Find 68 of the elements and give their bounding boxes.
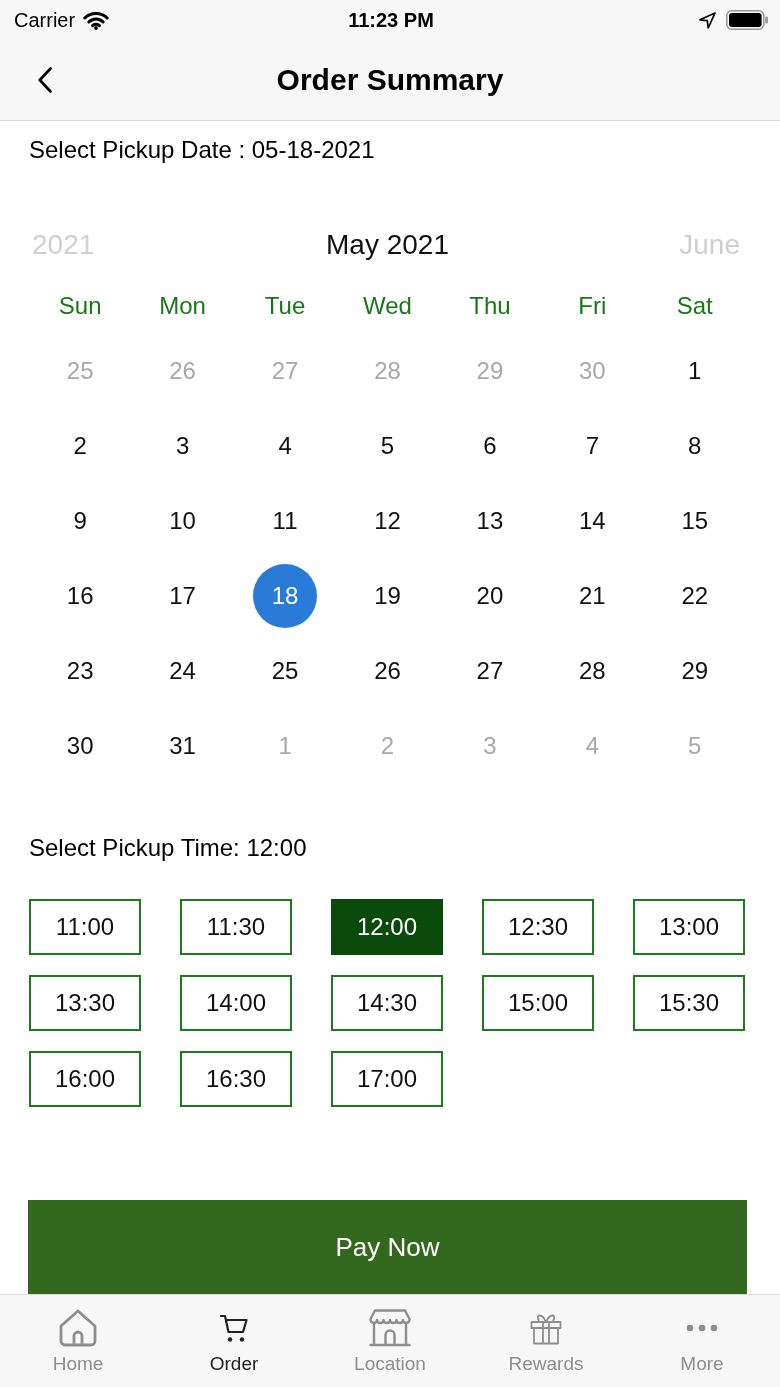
battery-icon <box>726 10 768 30</box>
time-slot-button[interactable]: 17:00 <box>331 1051 443 1107</box>
calendar-day[interactable]: 5 <box>355 413 420 478</box>
calendar-day[interactable]: 14 <box>560 488 625 553</box>
calendar-day[interactable]: 12 <box>355 488 420 553</box>
more-icon <box>686 1324 718 1332</box>
calendar-day[interactable]: 4 <box>253 413 318 478</box>
calendar-day[interactable]: 24 <box>150 638 215 703</box>
weekday-label: Mon <box>159 291 206 320</box>
weekday-label: Fri <box>578 291 607 320</box>
carrier-label: Carrier <box>14 8 76 32</box>
calendar-day[interactable]: 30 <box>48 713 113 778</box>
calendar-day[interactable]: 23 <box>48 638 113 703</box>
tab-item[interactable]: Order <box>156 1295 312 1387</box>
pickup-time-label: Select Pickup Time: 12:00 <box>29 833 307 863</box>
calendar-day[interactable]: 15 <box>662 488 727 553</box>
calendar-day[interactable]: 2 <box>48 413 113 478</box>
calendar-day[interactable]: 3 <box>150 413 215 478</box>
calendar-day[interactable]: 19 <box>355 563 420 628</box>
calendar-day[interactable]: 11 <box>253 488 318 553</box>
calendar-day[interactable]: 9 <box>48 488 113 553</box>
calendar-day[interactable]: 26 <box>355 638 420 703</box>
calendar-day[interactable]: 8 <box>662 413 727 478</box>
time-slot-button[interactable]: 11:30 <box>180 899 292 955</box>
time-slot-button[interactable]: 14:30 <box>331 975 443 1031</box>
weekday-label: Sat <box>676 291 713 320</box>
calendar-day[interactable]: 6 <box>457 413 522 478</box>
calendar-day[interactable]: 21 <box>560 563 625 628</box>
time-slot-button[interactable]: 11:00 <box>29 899 141 955</box>
time-slot-button[interactable]: 12:30 <box>482 899 594 955</box>
calendar-day[interactable]: 17 <box>150 563 215 628</box>
store-icon <box>369 1309 411 1347</box>
back-button[interactable] <box>36 66 54 94</box>
time-slot-button[interactable]: 15:30 <box>633 975 745 1031</box>
weekday-label: Tue <box>264 291 306 320</box>
calendar-day[interactable]: 22 <box>662 563 727 628</box>
home-icon <box>59 1309 97 1347</box>
calendar-day[interactable]: 16 <box>48 563 113 628</box>
pay-now-button[interactable]: Pay Now <box>28 1200 747 1294</box>
chevron-left-icon <box>38 67 52 93</box>
time-slot-button[interactable]: 15:00 <box>482 975 594 1031</box>
weekday-label: Sun <box>58 291 102 320</box>
status-time: 11:23 PM <box>348 8 434 32</box>
time-slot-button[interactable]: 13:00 <box>633 899 745 955</box>
weekday-label: Thu <box>469 291 511 320</box>
wifi-icon <box>83 10 110 30</box>
time-slot-button[interactable]: 14:00 <box>180 975 292 1031</box>
calendar-day[interactable]: 27 <box>457 638 522 703</box>
time-slot-button[interactable]: 16:30 <box>180 1051 292 1107</box>
calendar-day[interactable]: 25 <box>253 638 318 703</box>
calendar-day[interactable]: 7 <box>560 413 625 478</box>
pickup-date-label: Select Pickup Date : 05-18-2021 <box>29 135 375 165</box>
calendar-day[interactable]: 29 <box>662 638 727 703</box>
calendar-day[interactable]: 10 <box>150 488 215 553</box>
page-title: Order Summary <box>276 63 504 97</box>
calendar-day[interactable]: 18 <box>253 563 318 628</box>
calendar-day[interactable]: 13 <box>457 488 522 553</box>
location-arrow-icon <box>699 11 716 29</box>
calendar-day[interactable]: 20 <box>457 563 522 628</box>
calendar-day[interactable]: 28 <box>560 638 625 703</box>
calendar-day[interactable]: 1 <box>662 338 727 403</box>
month-title: May 2021 <box>326 229 449 261</box>
time-slot-button[interactable]: 12:00 <box>331 899 443 955</box>
time-slot-button[interactable]: 16:00 <box>29 1051 141 1107</box>
time-slot-button[interactable]: 13:30 <box>29 975 141 1031</box>
cart-icon <box>220 1313 248 1343</box>
weekday-label: Wed <box>363 291 412 320</box>
calendar-day[interactable]: 31 <box>150 713 215 778</box>
